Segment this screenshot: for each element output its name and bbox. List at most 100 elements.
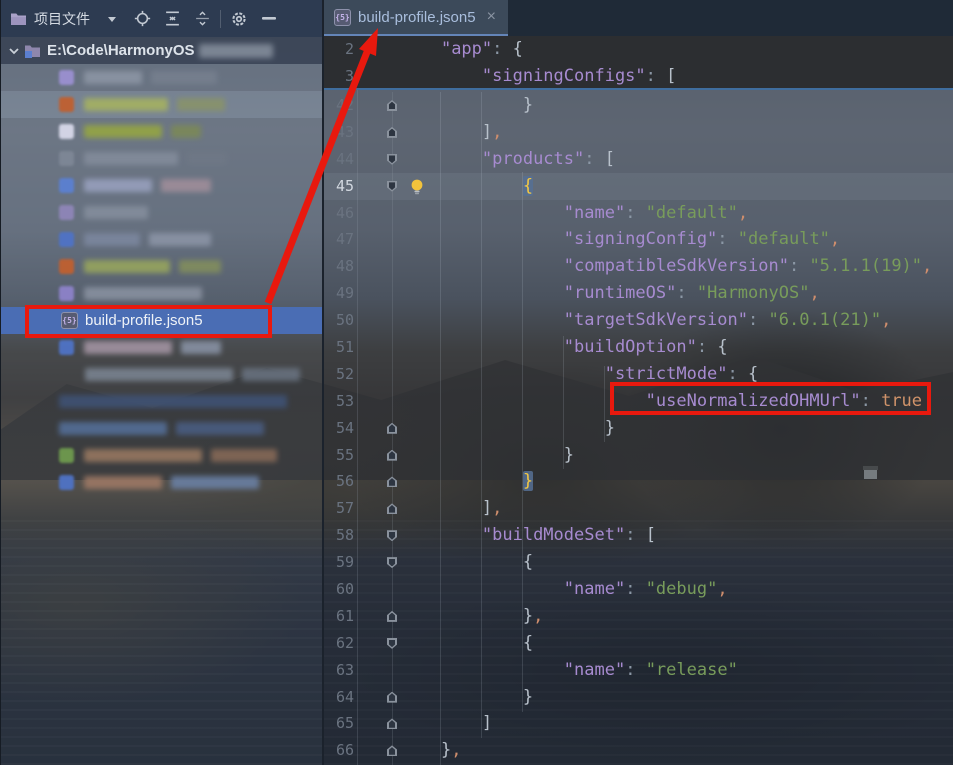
file-type-icon	[59, 178, 74, 193]
code-text: "signingConfig": "default",	[400, 226, 840, 253]
code-text: "name": "debug",	[400, 576, 728, 603]
line-number: 52	[324, 361, 354, 388]
file-type-icon	[59, 475, 74, 490]
redacted-text	[179, 260, 221, 273]
tree-item-redacted[interactable]	[1, 388, 322, 415]
line-number: 64	[324, 684, 354, 711]
tree-item-redacted[interactable]	[1, 361, 322, 388]
line-number: 62	[324, 630, 354, 657]
project-folder-icon	[10, 11, 27, 26]
redacted-text	[84, 179, 152, 192]
file-type-icon	[59, 97, 74, 112]
panel-dropdown-button[interactable]	[100, 7, 124, 31]
fold-marker-icon[interactable]	[387, 638, 397, 649]
fold-marker-icon[interactable]	[387, 557, 397, 568]
locate-file-button[interactable]	[130, 7, 154, 31]
annotation-box-tree-item	[25, 305, 272, 338]
line-number: 57	[324, 495, 354, 522]
tree-root-row[interactable]: E:\Code\HarmonyOS	[1, 37, 322, 64]
expand-all-icon	[164, 10, 181, 27]
redacted-text	[151, 71, 217, 84]
code-text: }	[400, 92, 533, 119]
tab-close-icon[interactable]: ×	[487, 9, 496, 25]
tree-item-redacted[interactable]	[1, 280, 322, 307]
code-text: ]	[400, 710, 492, 737]
redacted-text	[84, 287, 202, 300]
line-number: 42	[324, 92, 354, 119]
code-line-55: 55 }	[324, 442, 953, 469]
fold-marker-icon[interactable]	[387, 718, 397, 729]
redacted-text	[59, 395, 287, 408]
tree-item-redacted[interactable]	[1, 118, 322, 145]
line-number: 58	[324, 522, 354, 549]
code-line-54: 54 }	[324, 415, 953, 442]
code-lines: 42 }43 ],44 "products": [45 {46 "name": …	[324, 92, 953, 765]
tree-item-redacted[interactable]	[1, 469, 322, 496]
code-line-63: 63 "name": "release"	[324, 657, 953, 684]
tab-label: build-profile.json5	[358, 9, 476, 26]
redacted-text	[84, 98, 168, 111]
tab-build-profile[interactable]: {5} build-profile.json5 ×	[324, 0, 508, 36]
sticky-context-lines: 2 "app": {3 "signingConfigs": [	[324, 36, 953, 90]
redacted-text	[176, 422, 264, 435]
fold-marker-icon[interactable]	[387, 181, 397, 192]
redacted-text	[177, 98, 225, 111]
tree-item-redacted[interactable]	[1, 145, 322, 172]
line-number: 47	[324, 226, 354, 253]
code-text: "targetSdkVersion": "6.0.1(21)",	[400, 307, 891, 334]
tree-item-redacted[interactable]	[1, 334, 322, 361]
fold-marker-icon[interactable]	[387, 127, 397, 138]
code-line-59: 59 {	[324, 549, 953, 576]
line-number: 2	[324, 36, 354, 63]
tree-item-redacted[interactable]	[1, 91, 322, 118]
code-line-57: 57 ],	[324, 495, 953, 522]
code-text: },	[400, 603, 543, 630]
ide-window: 项目文件	[0, 0, 953, 765]
code-text: },	[400, 737, 461, 764]
hide-panel-button[interactable]	[257, 7, 281, 31]
code-text: "signingConfigs": [	[400, 63, 676, 90]
tree-item-redacted[interactable]	[1, 442, 322, 469]
redacted-text	[59, 422, 167, 435]
fold-marker-icon[interactable]	[387, 154, 397, 165]
tree-item-redacted[interactable]	[1, 199, 322, 226]
code-line-49: 49 "runtimeOS": "HarmonyOS",	[324, 280, 953, 307]
tree-item-redacted[interactable]	[1, 253, 322, 280]
line-number: 48	[324, 253, 354, 280]
code-line-42: 42 }	[324, 92, 953, 119]
code-text: }	[400, 468, 533, 495]
tree-item-redacted[interactable]	[1, 415, 322, 442]
expand-all-button[interactable]	[160, 7, 184, 31]
fold-marker-icon[interactable]	[387, 611, 397, 622]
tree-item-redacted[interactable]	[1, 172, 322, 199]
redacted-text	[84, 125, 162, 138]
line-number: 66	[324, 737, 354, 764]
file-type-icon	[59, 448, 74, 463]
line-number: 50	[324, 307, 354, 334]
collapse-all-button[interactable]	[190, 7, 214, 31]
code-line-66: 66 },	[324, 737, 953, 764]
redacted-text	[84, 206, 148, 219]
redacted-text	[84, 233, 140, 246]
tree-item-redacted[interactable]	[1, 64, 322, 91]
code-line-50: 50 "targetSdkVersion": "6.0.1(21)",	[324, 307, 953, 334]
code-line-43: 43 ],	[324, 119, 953, 146]
redacted-text	[84, 476, 162, 489]
fold-marker-icon[interactable]	[387, 423, 397, 434]
fold-marker-icon[interactable]	[387, 745, 397, 756]
redacted-text	[84, 71, 142, 84]
fold-marker-icon[interactable]	[387, 503, 397, 514]
fold-marker-icon[interactable]	[387, 476, 397, 487]
line-number: 56	[324, 468, 354, 495]
code-line-3: 3 "signingConfigs": [	[324, 63, 953, 90]
code-line-61: 61 },	[324, 603, 953, 630]
fold-marker-icon[interactable]	[387, 530, 397, 541]
fold-marker-icon[interactable]	[387, 100, 397, 111]
code-text: ],	[400, 119, 502, 146]
redacted-text	[149, 233, 211, 246]
redacted-root-suffix	[199, 44, 273, 58]
panel-settings-button[interactable]	[227, 7, 251, 31]
fold-marker-icon[interactable]	[387, 692, 397, 703]
tree-item-redacted[interactable]	[1, 226, 322, 253]
fold-marker-icon[interactable]	[387, 450, 397, 461]
